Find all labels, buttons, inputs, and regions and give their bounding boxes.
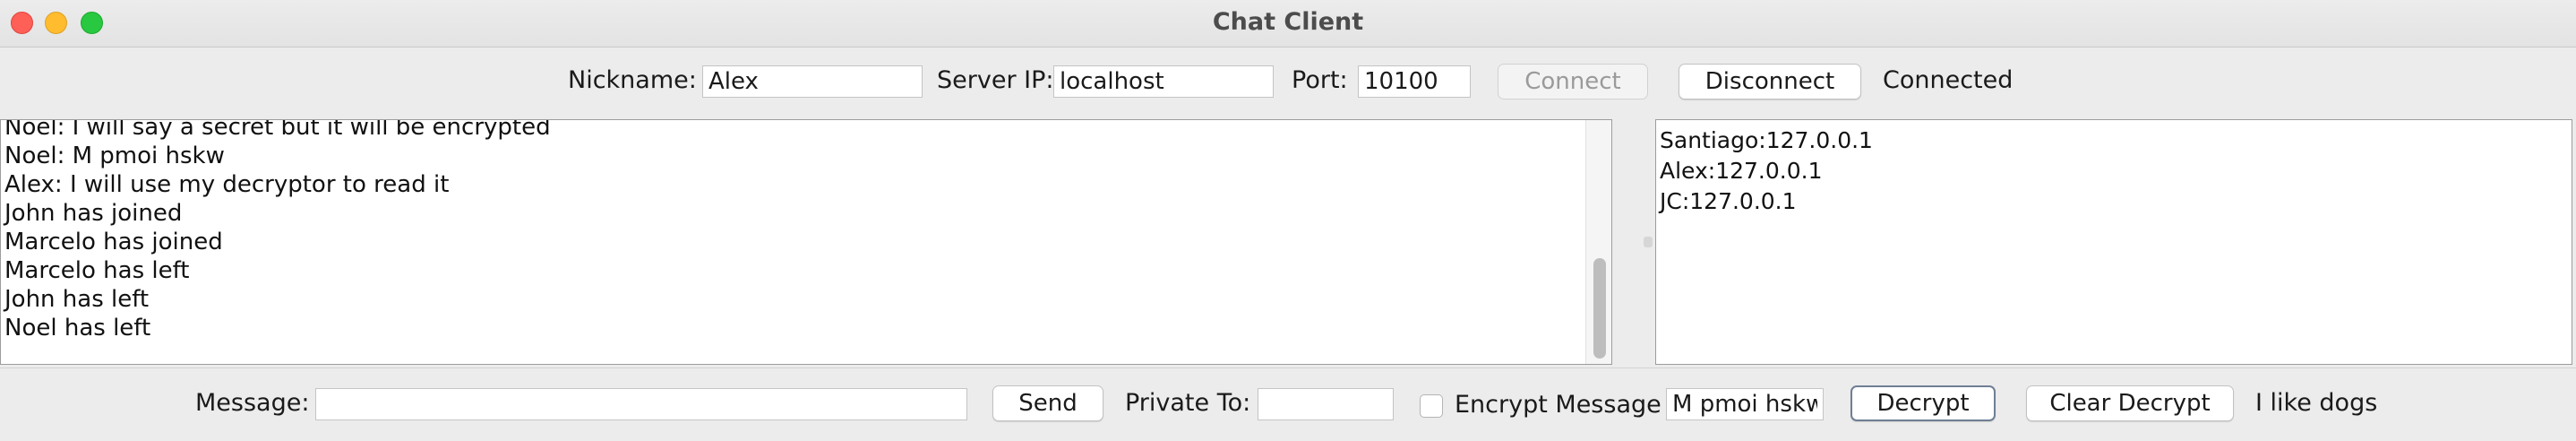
connection-status: Connected <box>1883 66 2014 94</box>
message-label: Message: <box>195 389 310 417</box>
chat-message: John has left <box>4 286 150 313</box>
nickname-input[interactable] <box>702 65 923 98</box>
chat-message: Alex: I will use my decryptor to read it <box>4 171 450 198</box>
title-bar: Chat Client <box>0 0 2576 48</box>
chat-message: John has joined <box>4 200 183 227</box>
chat-scrollbar-thumb[interactable] <box>1593 258 1606 359</box>
user-list: Santiago:127.0.0.1 Alex:127.0.0.1 JC:127.0… <box>1656 125 1873 217</box>
private-to-input[interactable] <box>1258 388 1394 420</box>
user-list-panel[interactable]: Santiago:127.0.0.1 Alex:127.0.0.1 JC:127.0… <box>1655 119 2572 365</box>
server-ip-label: Server IP: <box>937 66 1054 94</box>
user-list-item[interactable]: Alex:127.0.0.1 <box>1660 156 1873 186</box>
port-label: Port: <box>1292 66 1348 94</box>
window-title: Chat Client <box>1212 8 1364 36</box>
chat-message: Noel: I will say a secret but it will be… <box>4 119 551 141</box>
user-list-item[interactable]: JC:127.0.0.1 <box>1660 186 1873 217</box>
decrypt-button[interactable]: Decrypt <box>1850 385 1996 421</box>
decrypted-text: I like dogs <box>2255 389 2378 417</box>
send-button[interactable]: Send <box>992 385 1103 421</box>
chat-messages: Noel: I will say a secret but it will be… <box>4 119 1584 342</box>
chat-message: Marcelo has left <box>4 257 190 284</box>
message-input[interactable] <box>315 388 967 420</box>
user-list-item[interactable]: Santiago:127.0.0.1 <box>1660 125 1873 156</box>
chat-scrollbar[interactable] <box>1585 120 1611 364</box>
chat-log[interactable]: Noel: I will say a secret but it will be… <box>0 119 1612 365</box>
chat-message: Noel: M pmoi hskw <box>4 143 225 169</box>
chat-message: Noel has left <box>4 315 151 342</box>
private-to-label: Private To: <box>1125 389 1251 417</box>
chat-message: Marcelo has joined <box>4 229 223 255</box>
chat-client-window: Chat Client Nickname: Server IP: Port: C… <box>0 0 2576 441</box>
port-input[interactable] <box>1358 65 1471 98</box>
encrypt-message-label: Encrypt Message <box>1455 391 1662 419</box>
split-pane-grip[interactable] <box>1644 237 1653 247</box>
nickname-label: Nickname: <box>568 66 697 94</box>
connect-button[interactable]: Connect <box>1498 64 1648 99</box>
disconnect-button[interactable]: Disconnect <box>1679 64 1861 99</box>
encrypt-message-checkbox[interactable] <box>1420 394 1443 418</box>
server-ip-input[interactable] <box>1053 65 1274 98</box>
decrypt-input[interactable] <box>1666 388 1824 420</box>
clear-decrypt-button[interactable]: Clear Decrypt <box>2026 385 2234 421</box>
